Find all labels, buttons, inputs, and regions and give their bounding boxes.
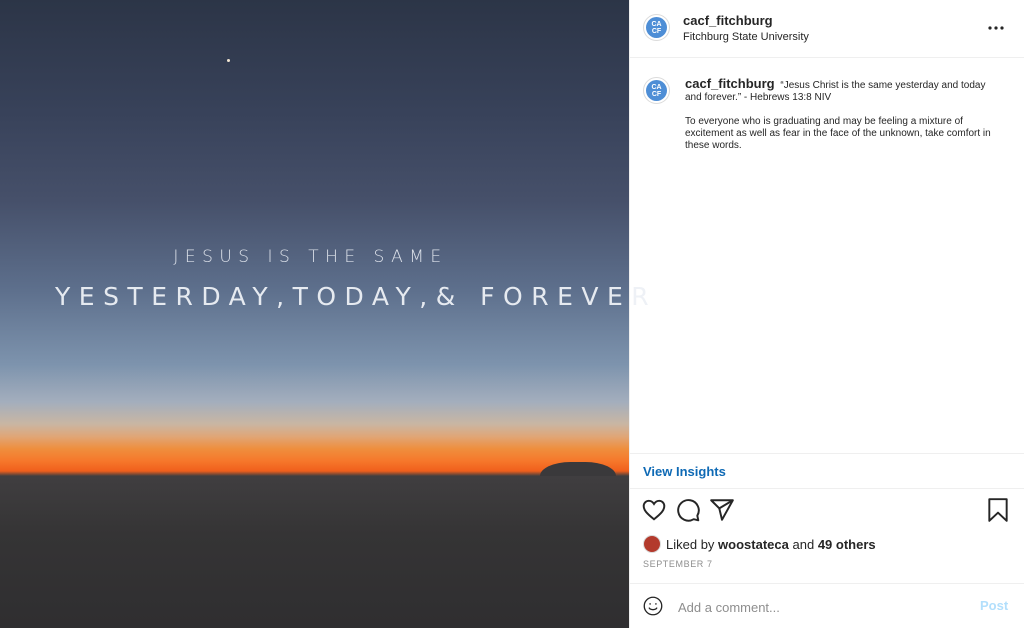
caption-paragraph-1: cacf_fitchburg “Jesus Christ is the same… <box>685 76 1003 104</box>
liker-username[interactable]: woostateca <box>718 537 789 552</box>
comment-icon[interactable] <box>675 497 701 523</box>
post-side-panel: CA CF cacf_fitchburg Fitchburg State Uni… <box>629 0 1024 628</box>
avatar-logo: CA CF <box>646 80 667 101</box>
caption-paragraph-2: To everyone who is graduating and may be… <box>685 116 991 151</box>
avatar-text-bottom: CF <box>651 27 662 35</box>
avatar-text-top: CA <box>651 83 662 91</box>
comment-box: Post <box>630 583 1024 628</box>
header-location[interactable]: Fitchburg State University <box>683 31 809 43</box>
paper-plane-icon[interactable] <box>709 497 735 523</box>
insights-bar: View Insights <box>630 453 1024 489</box>
star-dot <box>227 59 230 62</box>
avatar-text-bottom: CF <box>651 90 662 98</box>
bookmark-icon[interactable] <box>985 497 1011 523</box>
more-horizontal-icon[interactable] <box>986 18 1006 38</box>
comment-input[interactable] <box>676 596 970 618</box>
heart-icon[interactable] <box>641 497 667 523</box>
caption-text: cacf_fitchburg “Jesus Christ is the same… <box>685 76 1003 152</box>
view-insights-link[interactable]: View Insights <box>643 464 726 479</box>
likes-joiner: and <box>792 536 815 552</box>
avatar-text-top: CA <box>651 20 662 28</box>
action-bar <box>630 497 1024 525</box>
likes-prefix: Liked by <box>666 536 715 552</box>
post-image[interactable]: JESUS IS THE SAME YESTERDAY,TODAY,& FORE… <box>0 0 649 628</box>
horizon-rock <box>540 462 616 476</box>
post-header: CA CF cacf_fitchburg Fitchburg State Uni… <box>630 0 1024 58</box>
caption-area: CA CF cacf_fitchburg “Jesus Christ is th… <box>630 58 1024 453</box>
post-date[interactable]: SEPTEMBER 7 <box>643 559 713 569</box>
likes-summary: Liked by woostateca and 49 others <box>643 535 876 553</box>
likes-others-link[interactable]: 49 others <box>818 537 876 552</box>
header-username[interactable]: cacf_fitchburg <box>683 13 773 28</box>
caption-avatar[interactable]: CA CF <box>643 77 670 104</box>
caption-username[interactable]: cacf_fitchburg <box>685 76 775 91</box>
post-button[interactable]: Post <box>980 598 1008 613</box>
emoji-icon[interactable] <box>643 596 663 616</box>
image-text-line2: YESTERDAY,TODAY,& FOREVER <box>55 282 658 311</box>
avatar[interactable]: CA CF <box>643 14 670 41</box>
instagram-post-window: JESUS IS THE SAME YESTERDAY,TODAY,& FORE… <box>0 0 1024 628</box>
avatar-logo: CA CF <box>646 17 667 38</box>
image-text-line1: JESUS IS THE SAME <box>173 247 448 267</box>
liker-avatar[interactable] <box>643 535 661 553</box>
